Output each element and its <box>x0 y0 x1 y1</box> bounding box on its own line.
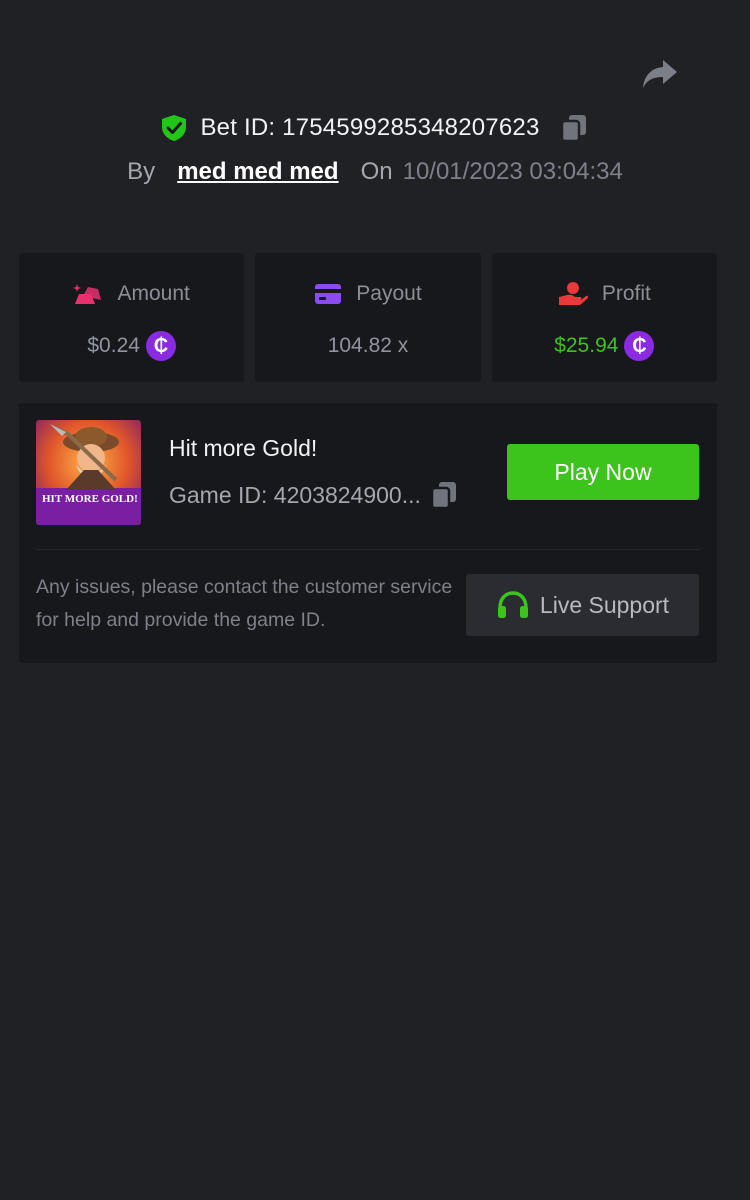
stat-payout: Payout 104.82 x <box>255 253 481 382</box>
game-thumbnail[interactable]: HIT MORE GOLD! <box>36 420 141 525</box>
share-button[interactable] <box>640 56 680 92</box>
hand-coin-icon <box>558 282 588 305</box>
bet-stats: Amount $0.24 ₵ Payout 104.82 x Profit $2… <box>19 253 717 382</box>
bet-meta-row: By med med med On 10/01/2023 03:04:34 <box>0 154 750 190</box>
stat-payout-label: Payout <box>356 282 422 305</box>
play-now-button[interactable]: Play Now <box>507 444 699 500</box>
stat-profit-value: $25.94 <box>554 334 619 357</box>
gold-bars-icon <box>73 284 102 304</box>
thumbnail-title: HIT MORE GOLD! <box>42 493 138 505</box>
stat-amount: Amount $0.24 ₵ <box>19 253 245 382</box>
coin-icon: ₵ <box>145 331 176 361</box>
bet-id-row: Bet ID: 1754599285348207623 <box>0 108 750 148</box>
shield-check-icon <box>160 114 188 142</box>
bet-datetime: 10/01/2023 03:04:34 <box>402 158 623 185</box>
stat-amount-value: $0.24 <box>87 334 140 357</box>
live-support-label: Live Support <box>539 591 670 618</box>
help-text: Any issues, please contact the customer … <box>36 576 453 631</box>
copy-icon[interactable] <box>558 112 590 144</box>
credit-card-icon <box>315 284 342 304</box>
game-id: Game ID: 4203824900... <box>169 481 421 508</box>
coin-icon: ₵ <box>624 331 655 361</box>
game-id-row: Game ID: 4203824900... <box>169 479 459 511</box>
stat-amount-label: Amount <box>117 282 190 305</box>
username-link[interactable]: med med med <box>177 158 338 186</box>
divider <box>36 549 700 550</box>
live-support-button[interactable]: Live Support <box>466 574 699 636</box>
stat-profit: Profit $25.94 ₵ <box>491 253 717 382</box>
copy-icon[interactable] <box>429 479 459 511</box>
by-label: By <box>127 158 156 185</box>
share-arrow-icon <box>643 60 677 88</box>
headset-icon <box>497 591 528 618</box>
game-card: HIT MORE GOLD! Hit more Gold! Game ID: 4… <box>19 403 717 663</box>
stat-payout-value: 104.82 x <box>327 334 409 357</box>
stat-profit-label: Profit <box>601 282 651 305</box>
bet-id: Bet ID: 1754599285348207623 <box>200 114 540 141</box>
game-title: Hit more Gold! <box>169 435 318 461</box>
on-label: On <box>360 158 393 185</box>
